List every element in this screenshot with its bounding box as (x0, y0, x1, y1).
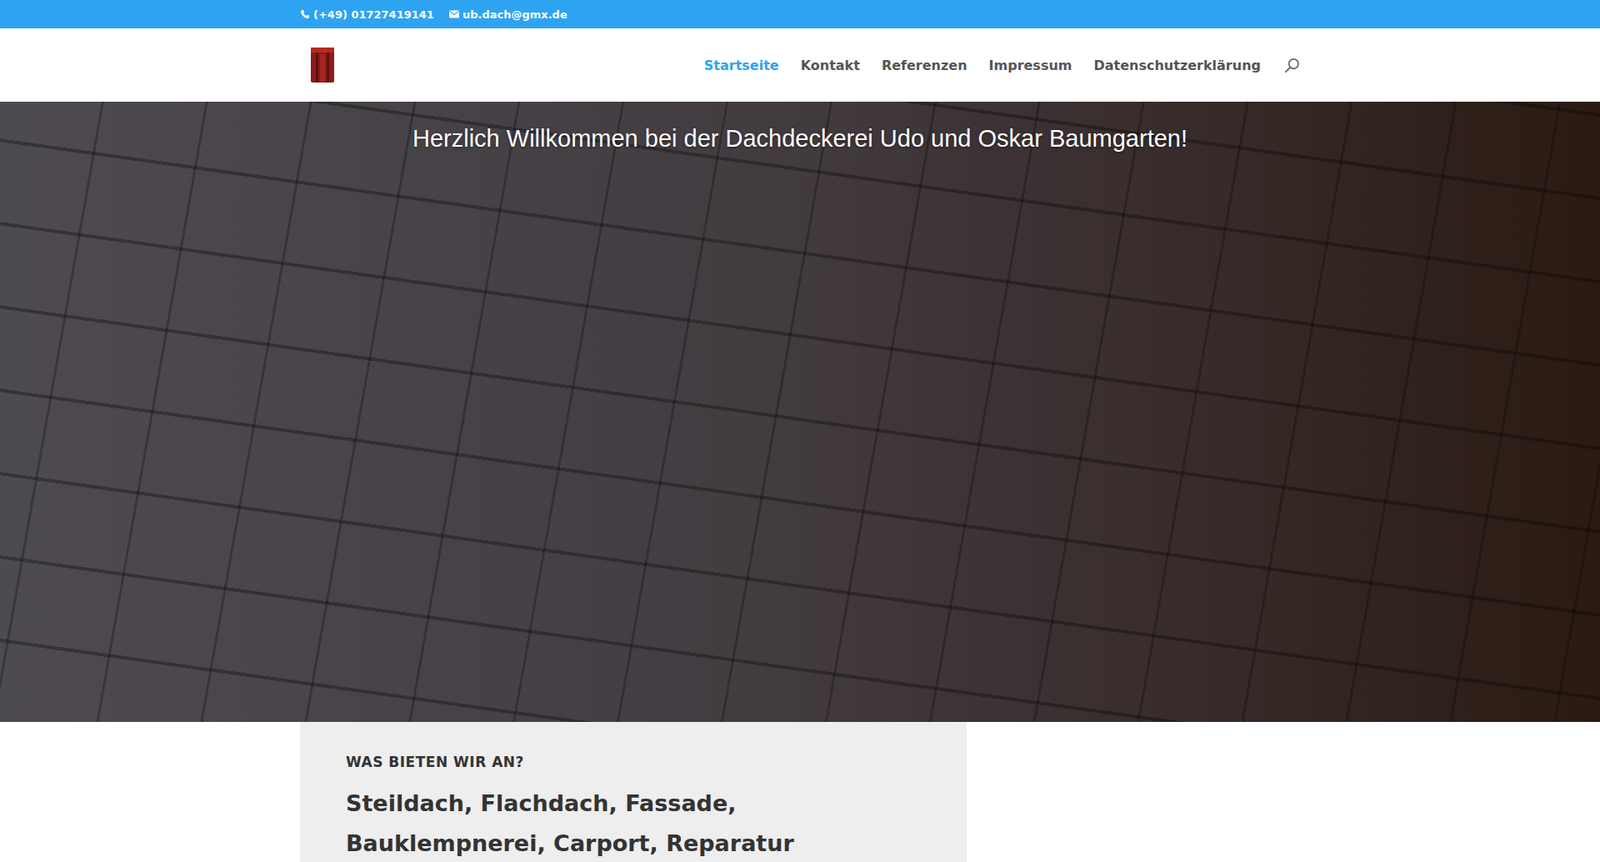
phone-icon (300, 9, 310, 20)
search-icon[interactable] (1284, 57, 1300, 74)
hero: Herzlich Willkommen bei der Dachdeckerei… (0, 101, 1600, 722)
phone-link[interactable]: (+49) 01727419141 (300, 8, 435, 21)
nav-item[interactable]: Startseite (704, 57, 780, 74)
mail-icon (449, 9, 460, 20)
page: (+49) 01727419141 ub.dach@gmx.de Startsei… (0, 0, 1600, 862)
top-bar: (+49) 01727419141 ub.dach@gmx.de (0, 0, 1600, 29)
services-label: WAS BIETEN WIR AN? (345, 753, 921, 770)
header: Startseite Kontakt Referenzen Impressum Date… (0, 28, 1600, 102)
email-link[interactable]: ub.dach@gmx.de (449, 8, 568, 21)
services-heading: Steildach, Flachdach, Fassade, Bauklempn… (345, 783, 921, 862)
content-section: WAS BIETEN WIR AN? Steildach, Flachdach, … (0, 721, 1600, 862)
nav-item[interactable]: Impressum (989, 57, 1073, 74)
services-box: WAS BIETEN WIR AN? Steildach, Flachdach, … (300, 721, 967, 862)
nav-item[interactable]: Kontakt (800, 57, 860, 74)
main-nav: Startseite Kontakt Referenzen Impressum Date… (704, 57, 1300, 74)
nav-item[interactable]: Referenzen (881, 57, 968, 74)
nav-item[interactable]: Datenschutzerklärung (1093, 57, 1261, 74)
roof-tile-logo-icon[interactable] (310, 45, 335, 85)
hero-title: Herzlich Willkommen bei der Dachdeckerei… (412, 123, 1188, 155)
